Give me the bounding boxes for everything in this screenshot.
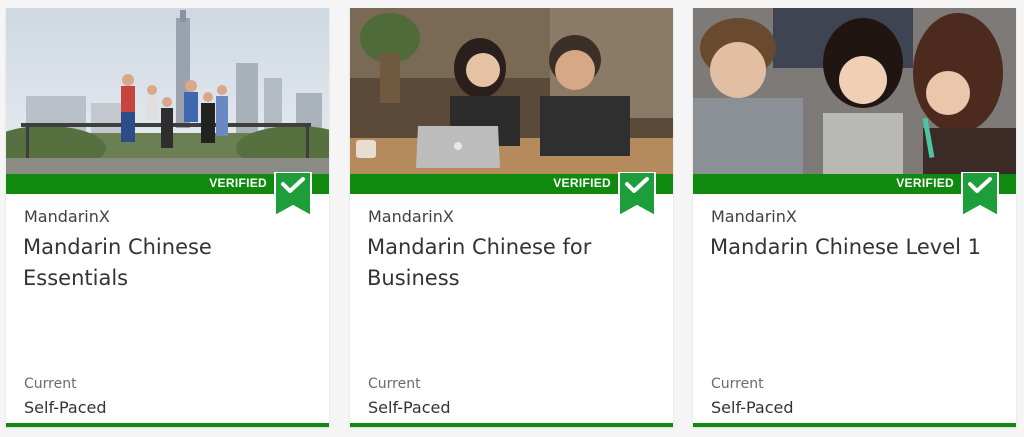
course-pace: Self-Paced	[24, 398, 107, 417]
course-card[interactable]: VERIFIED MandarinX Mandarin Chinese Esse…	[6, 8, 329, 427]
course-card[interactable]: VERIFIED MandarinX Mandarin Chinese for …	[350, 8, 673, 427]
course-title[interactable]: Mandarin Chinese Essentials	[23, 232, 313, 294]
verified-bar: VERIFIED	[6, 172, 329, 218]
course-image-classroom	[693, 8, 1016, 174]
course-org: MandarinX	[711, 207, 797, 226]
course-status-label: Current	[24, 376, 77, 392]
verified-label: VERIFIED	[209, 176, 267, 190]
course-pace: Self-Paced	[368, 398, 451, 417]
course-image-rooftop	[6, 8, 329, 174]
verified-label: VERIFIED	[553, 176, 611, 190]
verified-ribbon-checkmark-icon	[274, 172, 312, 218]
verified-ribbon-checkmark-icon	[961, 172, 999, 218]
course-pace: Self-Paced	[711, 398, 794, 417]
verified-bar: VERIFIED	[693, 172, 1016, 218]
course-card[interactable]: VERIFIED MandarinX Mandarin Chinese Leve…	[693, 8, 1016, 427]
course-status-label: Current	[368, 376, 421, 392]
course-org: MandarinX	[24, 207, 110, 226]
verified-bar: VERIFIED	[350, 172, 673, 218]
course-status-label: Current	[711, 376, 764, 392]
verified-label: VERIFIED	[896, 176, 954, 190]
course-title[interactable]: Mandarin Chinese for Business	[367, 232, 657, 294]
verified-ribbon-checkmark-icon	[618, 172, 656, 218]
course-org: MandarinX	[368, 207, 454, 226]
course-image-cafe	[350, 8, 673, 174]
course-card-list: VERIFIED MandarinX Mandarin Chinese Esse…	[0, 0, 1024, 437]
course-title[interactable]: Mandarin Chinese Level 1	[710, 232, 1000, 263]
